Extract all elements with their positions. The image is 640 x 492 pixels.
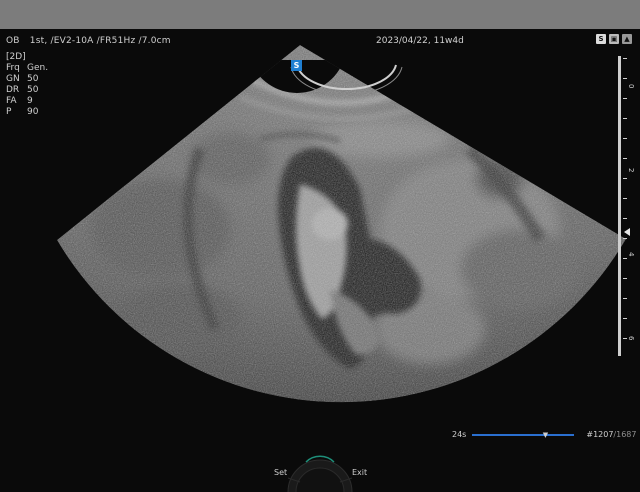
focus-marker[interactable] bbox=[624, 228, 630, 236]
cine-frame-current: #1207 bbox=[586, 430, 614, 439]
depth-tick-4: 4 bbox=[627, 252, 635, 257]
depth-tick-0: 0 bbox=[627, 84, 635, 88]
top-gray-bar bbox=[0, 0, 640, 29]
exit-button[interactable]: Exit bbox=[352, 468, 367, 477]
depth-tick-2: 2 bbox=[627, 168, 635, 172]
orientation-marker: S bbox=[291, 60, 302, 71]
cine-thumb-icon[interactable]: ▼ bbox=[541, 431, 549, 439]
set-button[interactable]: Set bbox=[274, 468, 287, 477]
cine-slider[interactable]: ▼ bbox=[472, 431, 575, 439]
trackball-control[interactable] bbox=[280, 438, 360, 492]
cine-duration: 24s bbox=[452, 430, 467, 439]
cine-frame-total: /1687 bbox=[613, 430, 637, 439]
ultrasound-image[interactable] bbox=[0, 29, 640, 492]
depth-tick-6: 6 bbox=[627, 336, 635, 341]
depth-scale: 0 2 4 6 bbox=[618, 56, 635, 356]
sector-scan bbox=[57, 45, 626, 403]
cine-bar: 24s ▼ #1207 /1687 bbox=[452, 430, 636, 439]
